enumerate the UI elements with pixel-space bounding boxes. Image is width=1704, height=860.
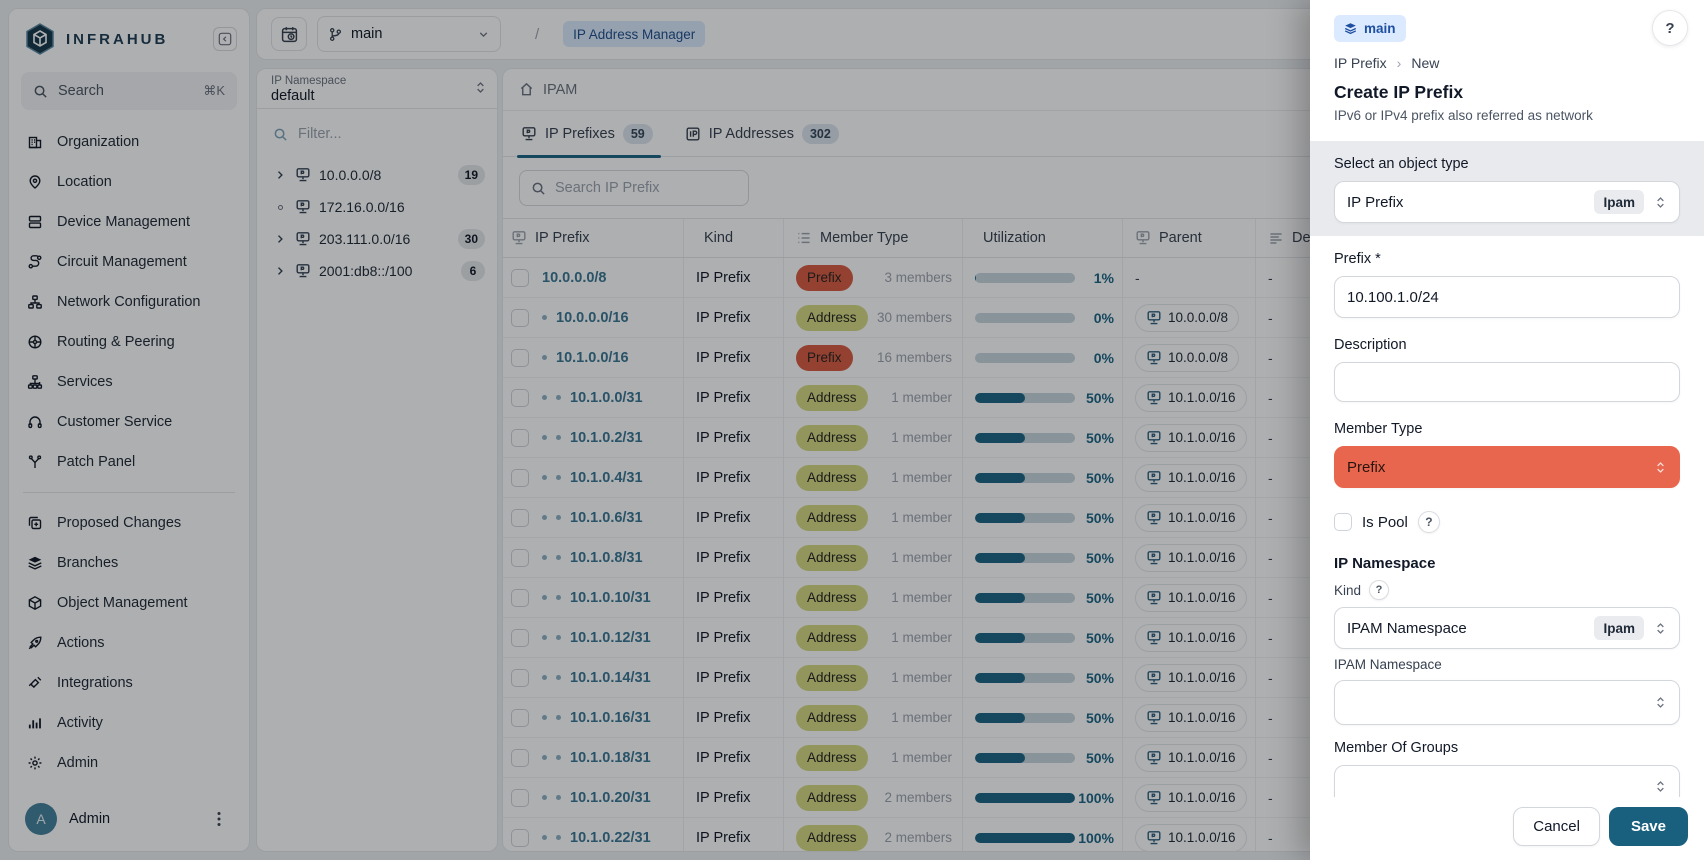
panel-form: Prefix * Description Member Type Prefix … [1310, 236, 1704, 797]
member-type-label: Member Type [1334, 421, 1680, 437]
ipam-namespace-label: IPAM Namespace [1334, 657, 1680, 672]
cancel-button[interactable]: Cancel [1513, 807, 1600, 846]
app: INFRAHUB Search ⌘K OrganizationLocationD… [0, 0, 1704, 860]
panel-breadcrumb-current: New [1411, 55, 1439, 71]
kind-label: Kind [1334, 583, 1361, 598]
panel-footer: Cancel Save [1310, 797, 1704, 860]
save-button[interactable]: Save [1609, 807, 1688, 846]
ip-namespace-section-heading: IP Namespace [1334, 555, 1680, 572]
kind-value: IPAM Namespace [1347, 620, 1594, 637]
panel-subtitle: IPv6 or IPv4 prefix also referred as net… [1334, 108, 1680, 123]
is-pool-label: Is Pool [1362, 514, 1408, 531]
is-pool-row: Is Pool ? [1334, 511, 1680, 533]
panel-header: main ? IP Prefix › New Create IP Prefix … [1310, 0, 1704, 123]
kind-select[interactable]: IPAM Namespace Ipam [1334, 607, 1680, 649]
ipam-kind-badge: Ipam [1594, 616, 1644, 640]
object-type-section: Select an object type IP Prefix Ipam [1310, 141, 1704, 236]
create-ip-prefix-panel: main ? IP Prefix › New Create IP Prefix … [1310, 0, 1704, 860]
ipam-namespace-select[interactable] [1334, 680, 1680, 725]
description-input[interactable] [1334, 362, 1680, 402]
member-type-select[interactable]: Prefix [1334, 446, 1680, 488]
kind-help[interactable]: ? [1369, 580, 1389, 600]
breadcrumb-chevron: › [1397, 55, 1402, 71]
panel-breadcrumb-parent[interactable]: IP Prefix [1334, 55, 1387, 71]
is-pool-checkbox[interactable] [1334, 513, 1352, 531]
chevron-updown-icon [1654, 461, 1667, 474]
member-of-groups-select[interactable] [1334, 765, 1680, 797]
member-type-value: Prefix [1347, 459, 1654, 476]
prefix-input[interactable] [1334, 276, 1680, 318]
object-type-value: IP Prefix [1347, 194, 1594, 211]
branch-badge: main [1334, 15, 1406, 42]
branch-badge-label: main [1364, 21, 1396, 36]
ipam-kind-badge: Ipam [1594, 190, 1644, 214]
description-label: Description [1334, 337, 1680, 353]
object-type-label: Select an object type [1334, 156, 1680, 172]
chevron-updown-icon [1654, 622, 1667, 635]
chevron-updown-icon [1654, 780, 1667, 793]
member-of-groups-label: Member Of Groups [1334, 740, 1680, 756]
object-type-select[interactable]: IP Prefix Ipam [1334, 181, 1680, 223]
chevron-updown-icon [1654, 196, 1667, 209]
is-pool-help[interactable]: ? [1418, 511, 1440, 533]
help-button[interactable]: ? [1652, 10, 1688, 46]
panel-title: Create IP Prefix [1334, 82, 1680, 103]
kind-row: Kind ? [1334, 580, 1680, 600]
prefix-label: Prefix * [1334, 251, 1680, 267]
panel-breadcrumb: IP Prefix › New [1334, 55, 1680, 71]
modal-overlay[interactable] [0, 0, 1310, 860]
chevron-updown-icon [1654, 696, 1667, 709]
layers-icon [1344, 22, 1357, 35]
